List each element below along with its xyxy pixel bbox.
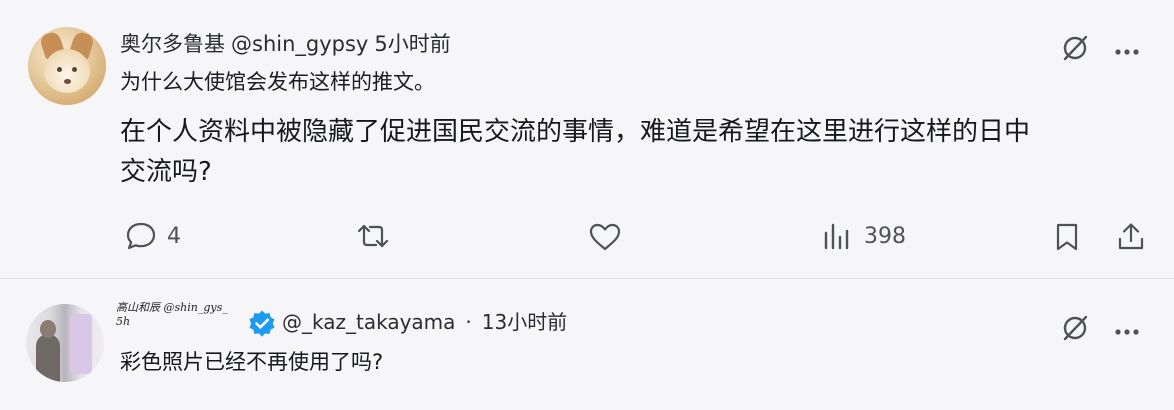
views-button[interactable]: 398 xyxy=(822,221,906,251)
avatar[interactable] xyxy=(28,27,106,105)
share-button[interactable] xyxy=(1117,221,1145,251)
retweet-button[interactable] xyxy=(355,222,391,250)
separator-dot: · xyxy=(465,310,472,334)
view-count: 398 xyxy=(864,223,906,249)
reply-context-line: 高山和辰 @shin_gys_ xyxy=(116,301,228,314)
tweet-card: 奥尔多鲁基 @shin_gypsy 5小时前 为什么大使馆会发布这样的推文。 在个人… xyxy=(0,0,1174,279)
reply-context-line: 5h xyxy=(116,315,131,328)
retweet-icon xyxy=(357,224,389,248)
circle-slash-icon[interactable] xyxy=(1060,33,1090,67)
verified-badge-icon xyxy=(247,309,277,339)
tweet-quote-text: 为什么大使馆会发布这样的推文。 xyxy=(120,70,435,94)
tweet-header: @_kaz_takayama · 13小时前 xyxy=(282,306,567,335)
tweet-body: 在个人资料中被隐藏了促进国民交流的事情，难道是希望在这里进行这样的日中 交流吗? xyxy=(120,112,1030,192)
reply-count: 4 xyxy=(167,223,181,249)
share-upload-icon xyxy=(1118,223,1144,250)
user-handle[interactable]: @shin_gypsy xyxy=(231,32,368,56)
tweet-body-line: 在个人资料中被隐藏了促进国民交流的事情，难道是希望在这里进行这样的日中 xyxy=(120,117,1031,147)
reply-context: 高山和辰 @shin_gys_ 5h xyxy=(116,301,228,329)
tweet-body-line: 交流吗? xyxy=(120,157,212,187)
tweet-card xyxy=(0,279,1174,410)
user-handle[interactable]: @_kaz_takayama xyxy=(282,310,455,334)
bar-chart-icon xyxy=(824,223,849,250)
timestamp[interactable]: 5小时前 xyxy=(374,32,450,56)
tweet-header: 奥尔多鲁基 @shin_gypsy 5小时前 xyxy=(120,28,451,58)
bookmark-icon xyxy=(1056,223,1078,251)
heart-icon xyxy=(589,223,621,251)
like-button[interactable] xyxy=(588,222,622,252)
speech-bubble-icon xyxy=(126,222,156,250)
more-dots-icon[interactable] xyxy=(1114,321,1140,340)
timestamp[interactable]: 13小时前 xyxy=(482,310,567,334)
bookmark-button[interactable] xyxy=(1054,222,1080,252)
more-dots-icon[interactable] xyxy=(1114,41,1140,60)
display-name[interactable]: 奥尔多鲁基 xyxy=(120,32,225,56)
circle-slash-icon[interactable] xyxy=(1060,313,1090,347)
reply-button[interactable]: 4 xyxy=(125,221,181,251)
tweet-body: 彩色照片已经不再使用了吗? xyxy=(120,350,384,374)
avatar[interactable] xyxy=(26,304,104,382)
